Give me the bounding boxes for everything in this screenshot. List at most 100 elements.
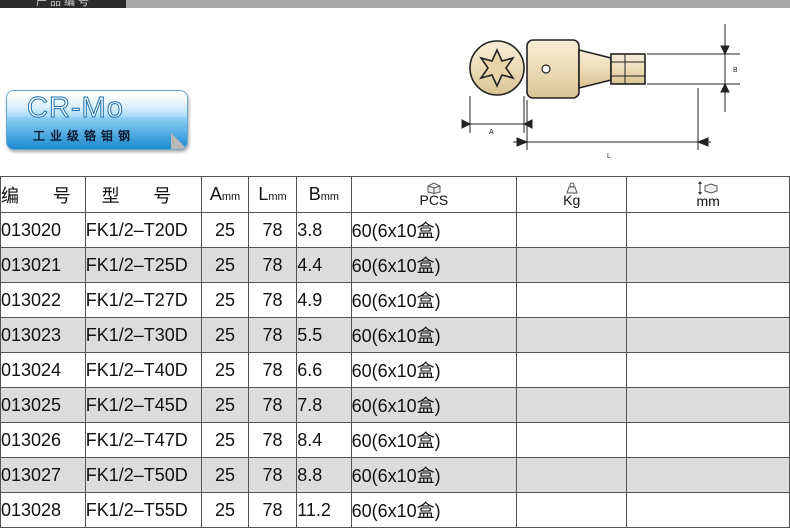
torx-socket-drawing: B A L xyxy=(461,24,740,160)
cell-b: 11.2 xyxy=(296,492,352,528)
header-mm-label: mm xyxy=(696,193,720,209)
header-a-letter: A xyxy=(209,184,222,204)
table-header-row: 编 号 型 号 Amm Lmm Bmm PCS Kg mm xyxy=(0,176,790,213)
cell-pcs: 60(6x10盒) xyxy=(350,387,518,423)
header-l: Lmm xyxy=(247,176,298,213)
badge-logo: CR-Mo xyxy=(27,92,124,125)
socket-end-view xyxy=(469,40,525,96)
cell-code: 013024 xyxy=(0,352,86,388)
dimension-a xyxy=(461,96,533,133)
cell-a: 25 xyxy=(201,282,249,318)
header-b-letter: B xyxy=(308,184,321,204)
cr-mo-badge: CR-Mo 工业级铬钼钢 xyxy=(6,90,188,150)
cell-model: FK1/2–T40D xyxy=(84,352,203,388)
cell-kg xyxy=(516,387,628,423)
banner-text: 产品编号 xyxy=(36,0,92,8)
cell-pcs: 60(6x10盒) xyxy=(350,352,518,388)
cell-pcs: 60(6x10盒) xyxy=(350,317,518,353)
cell-pcs: 60(6x10盒) xyxy=(350,282,518,318)
cell-kg xyxy=(516,212,628,248)
cell-pcs: 60(6x10盒) xyxy=(350,457,518,493)
spec-table: 编 号 型 号 Amm Lmm Bmm PCS Kg mm 013020 FK1… xyxy=(0,176,790,528)
socket-side-view xyxy=(526,39,646,99)
dimension-b xyxy=(647,24,740,112)
cell-l: 78 xyxy=(247,492,298,528)
cell-model: FK1/2–T55D xyxy=(84,492,203,528)
cell-l: 78 xyxy=(247,247,298,283)
cell-mm xyxy=(626,212,790,248)
cell-pcs: 60(6x10盒) xyxy=(350,492,518,528)
table-row: 013028 FK1/2–T55D 25 78 11.2 60(6x10盒) xyxy=(0,492,790,528)
cell-l: 78 xyxy=(247,317,298,353)
dimension-a-label: A xyxy=(489,129,494,136)
cell-l: 78 xyxy=(247,457,298,493)
table-row: 013024 FK1/2–T40D 25 78 6.6 60(6x10盒) xyxy=(0,352,790,388)
cell-b: 3.8 xyxy=(296,212,352,248)
header-kg-cell: Kg xyxy=(518,182,626,208)
cell-b: 7.8 xyxy=(296,387,352,423)
cell-l: 78 xyxy=(247,282,298,318)
cell-mm xyxy=(626,352,790,388)
cell-pcs: 60(6x10盒) xyxy=(350,247,518,283)
cell-code: 013023 xyxy=(0,317,86,353)
cell-mm xyxy=(626,422,790,458)
header-l-unit: mm xyxy=(268,191,287,203)
header-pcs-label: PCS xyxy=(419,192,449,208)
cell-l: 78 xyxy=(247,422,298,458)
cell-a: 25 xyxy=(201,387,249,423)
cell-model: FK1/2–T20D xyxy=(84,212,203,248)
cell-b: 5.5 xyxy=(296,317,352,353)
table-row: 013020 FK1/2–T20D 25 78 3.8 60(6x10盒) xyxy=(0,212,790,248)
cell-b: 4.4 xyxy=(296,247,352,283)
cell-mm xyxy=(626,457,790,493)
header-kg: Kg xyxy=(516,176,628,213)
header-a-unit: mm xyxy=(221,191,241,203)
cell-a: 25 xyxy=(201,317,249,353)
cell-model: FK1/2–T25D xyxy=(84,247,203,283)
table-row: 013023 FK1/2–T30D 25 78 5.5 60(6x10盒) xyxy=(0,317,790,353)
top-banner-tab: 产品编号 xyxy=(0,0,126,8)
header-pcs-cell: PCS xyxy=(352,182,516,208)
header-b: Bmm xyxy=(296,176,352,213)
cell-mm xyxy=(626,492,790,528)
cell-model: FK1/2–T45D xyxy=(84,387,203,423)
cell-code: 013027 xyxy=(0,457,86,493)
header-pcs: PCS xyxy=(350,176,518,213)
cell-a: 25 xyxy=(201,492,249,528)
header-mm: mm xyxy=(626,176,790,213)
cell-a: 25 xyxy=(201,352,249,388)
cell-kg xyxy=(516,317,628,353)
cell-pcs: 60(6x10盒) xyxy=(350,422,518,458)
header-model: 型 号 xyxy=(84,176,203,213)
cell-b: 4.9 xyxy=(296,282,352,318)
cell-kg xyxy=(516,282,628,318)
table-row: 013022 FK1/2–T27D 25 78 4.9 60(6x10盒) xyxy=(0,282,790,318)
cell-model: FK1/2–T47D xyxy=(84,422,203,458)
cell-mm xyxy=(626,282,790,318)
cell-a: 25 xyxy=(201,457,249,493)
cell-kg xyxy=(516,457,628,493)
cell-b: 8.8 xyxy=(296,457,352,493)
cell-b: 6.6 xyxy=(296,352,352,388)
table-row: 013025 FK1/2–T45D 25 78 7.8 60(6x10盒) xyxy=(0,387,790,423)
table-row: 013027 FK1/2–T50D 25 78 8.8 60(6x10盒) xyxy=(0,457,790,493)
header-kg-label: Kg xyxy=(563,192,581,208)
cell-a: 25 xyxy=(201,247,249,283)
header-mm-cell: mm xyxy=(628,181,789,209)
cell-a: 25 xyxy=(201,422,249,458)
table-row: 013026 FK1/2–T47D 25 78 8.4 60(6x10盒) xyxy=(0,422,790,458)
cell-kg xyxy=(516,352,628,388)
header-b-unit: mm xyxy=(320,191,340,203)
cell-code: 013028 xyxy=(0,492,86,528)
cell-model: FK1/2–T27D xyxy=(84,282,203,318)
badge-page-curl xyxy=(171,133,187,149)
dimension-l-label: L xyxy=(607,153,611,160)
table-body: 013020 FK1/2–T20D 25 78 3.8 60(6x10盒) 01… xyxy=(0,212,790,528)
cell-l: 78 xyxy=(247,387,298,423)
cell-kg xyxy=(516,422,628,458)
header-a: Amm xyxy=(201,176,249,213)
dimension-b-label: B xyxy=(733,67,738,74)
cell-mm xyxy=(626,387,790,423)
cell-model: FK1/2–T30D xyxy=(84,317,203,353)
cell-model: FK1/2–T50D xyxy=(84,457,203,493)
